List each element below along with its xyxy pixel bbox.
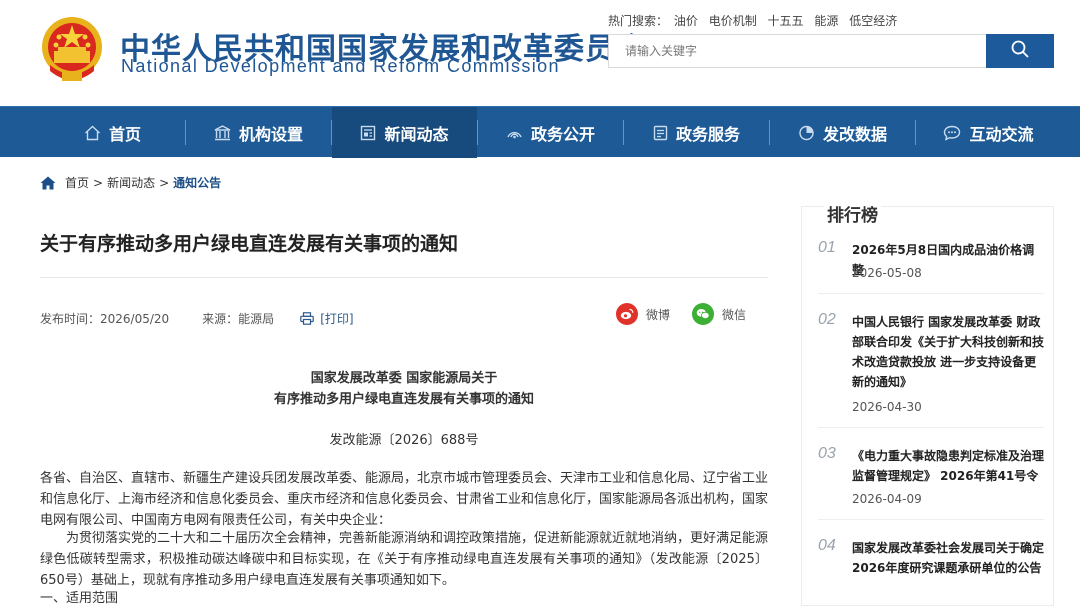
share-weibo-button[interactable]: 微博 [616, 303, 670, 325]
search-button[interactable] [986, 34, 1054, 68]
nav-item-label: 发改数据 [822, 124, 887, 144]
hot-search-item[interactable]: 电价机制 [709, 14, 757, 28]
article-meta: 发布时间：2026/05/20 来源：能源局 [打印] [40, 310, 354, 327]
article-paragraph: 一、适用范围 [40, 591, 119, 606]
breadcrumb-home-link[interactable]: 首页 [65, 174, 89, 191]
search-input[interactable] [609, 35, 987, 67]
news-icon [360, 125, 376, 141]
breadcrumb: 首页 > 新闻动态 > 通知公告 [40, 174, 221, 191]
hot-search-item[interactable]: 十五五 [768, 14, 804, 28]
article-paragraph: 各省、自治区、直辖市、新疆生产建设兵团发展改革委、能源局，北京市城市管理委员会、… [40, 471, 769, 528]
nav-item-government-services[interactable]: 政务服务 [624, 107, 769, 158]
hot-search-item[interactable]: 低空经济 [849, 14, 897, 28]
chat-icon [943, 125, 961, 141]
breadcrumb-separator: > [93, 175, 104, 190]
breadcrumb-separator: > [159, 175, 170, 190]
pie-chart-icon [798, 125, 815, 141]
print-button[interactable]: [打印] [300, 310, 354, 327]
nav-item-label: 互动交流 [969, 124, 1034, 144]
nav-item-label: 首页 [108, 124, 141, 144]
ranking-number: 01 [818, 239, 836, 256]
document-heading-line1: 国家发展改革委 国家能源局关于 [310, 371, 498, 386]
wechat-icon [692, 303, 715, 325]
hot-search-item[interactable]: 油价 [674, 14, 698, 28]
hot-search: 热门搜索： 油价 电价机制 十五五 能源 低空经济 [608, 12, 904, 29]
publish-date: 发布时间：2026/05/20 [40, 312, 170, 326]
ranking-number: 02 [818, 311, 836, 328]
ranking-item-title[interactable]: 《电力重大事故隐患判定标准及治理监督管理规定》 2026年第41号令 [852, 446, 1044, 486]
broadcast-icon [506, 125, 523, 141]
article-title: 关于有序推动多用户绿电直连发展有关事项的通知 [40, 233, 459, 255]
share-weibo-label: 微博 [646, 307, 671, 322]
breadcrumb-news-link[interactable]: 新闻动态 [107, 174, 155, 191]
print-label: [打印] [320, 312, 354, 326]
main-nav: 首页 机构设置 新闻动态 政务公开 政务服务 发改数据 互动交流 [0, 106, 1080, 158]
home-icon[interactable] [40, 176, 56, 190]
ranking-number: 03 [818, 445, 836, 462]
nav-item-label: 政务公开 [530, 124, 595, 144]
building-icon [214, 124, 231, 141]
nav-item-interaction[interactable]: 互动交流 [916, 107, 1061, 158]
ranking-divider [818, 519, 1044, 520]
ranking-title: 排行榜 [824, 201, 881, 226]
breadcrumb-current[interactable]: 通知公告 [173, 174, 221, 191]
nav-item-label: 新闻动态 [384, 124, 449, 144]
ranking-item-title[interactable]: 国家发展改革委社会发展司关于确定2026年度研究课题承研单位的公告 [852, 538, 1044, 578]
site-header: 中华人民共和国国家发展和改革委员会 National Development a… [0, 0, 1080, 106]
ranking-item-date: 2026-05-08 [852, 266, 922, 280]
ranking-panel: 排行榜 01 2026年5月8日国内成品油价格调整 2026-05-08 02 … [801, 201, 1054, 606]
document-number: 发改能源〔2026〕688号 [329, 433, 479, 448]
ranking-number: 04 [818, 537, 836, 554]
national-emblem-icon[interactable] [40, 15, 104, 87]
search-box [608, 34, 1054, 68]
nav-item-government-affairs[interactable]: 政务公开 [478, 107, 623, 158]
ranking-item-date: 2026-04-30 [852, 400, 922, 414]
hot-search-label: 热门搜索： [608, 14, 669, 28]
share-wechat-button[interactable]: 微信 [692, 303, 746, 325]
home-icon [84, 125, 101, 141]
title-divider [40, 277, 768, 278]
ranking-item-title[interactable]: 中国人民银行 国家发展改革委 财政部联合印发《关于扩大科技创新和技术改造贷款投放… [852, 312, 1044, 392]
ranking-divider [818, 293, 1044, 294]
article-source: 来源：能源局 [202, 312, 275, 326]
nav-item-news[interactable]: 新闻动态 [332, 107, 477, 158]
nav-item-data[interactable]: 发改数据 [770, 107, 915, 158]
document-heading-line2: 有序推动多用户绿电直连发展有关事项的通知 [273, 392, 534, 407]
ranking-item-date: 2026-04-09 [852, 492, 922, 506]
nav-item-home[interactable]: 首页 [40, 107, 185, 158]
ranking-divider [818, 427, 1044, 428]
hot-search-item[interactable]: 能源 [814, 14, 838, 28]
article-paragraph: 为贯彻落实党的二十大和二十届历次全会精神，完善新能源消纳和调控政策措施，促进新能… [40, 531, 769, 588]
search-icon [1011, 40, 1029, 62]
site-title-english[interactable]: National Development and Reform Commissi… [121, 56, 560, 77]
weibo-icon [616, 303, 638, 325]
nav-item-label: 机构设置 [238, 124, 303, 144]
document-icon [653, 125, 668, 141]
nav-item-organization[interactable]: 机构设置 [186, 107, 331, 158]
nav-item-label: 政务服务 [675, 124, 740, 144]
share-bar: 微博 微信 [616, 303, 746, 325]
share-wechat-label: 微信 [722, 307, 747, 322]
printer-icon [300, 312, 314, 325]
